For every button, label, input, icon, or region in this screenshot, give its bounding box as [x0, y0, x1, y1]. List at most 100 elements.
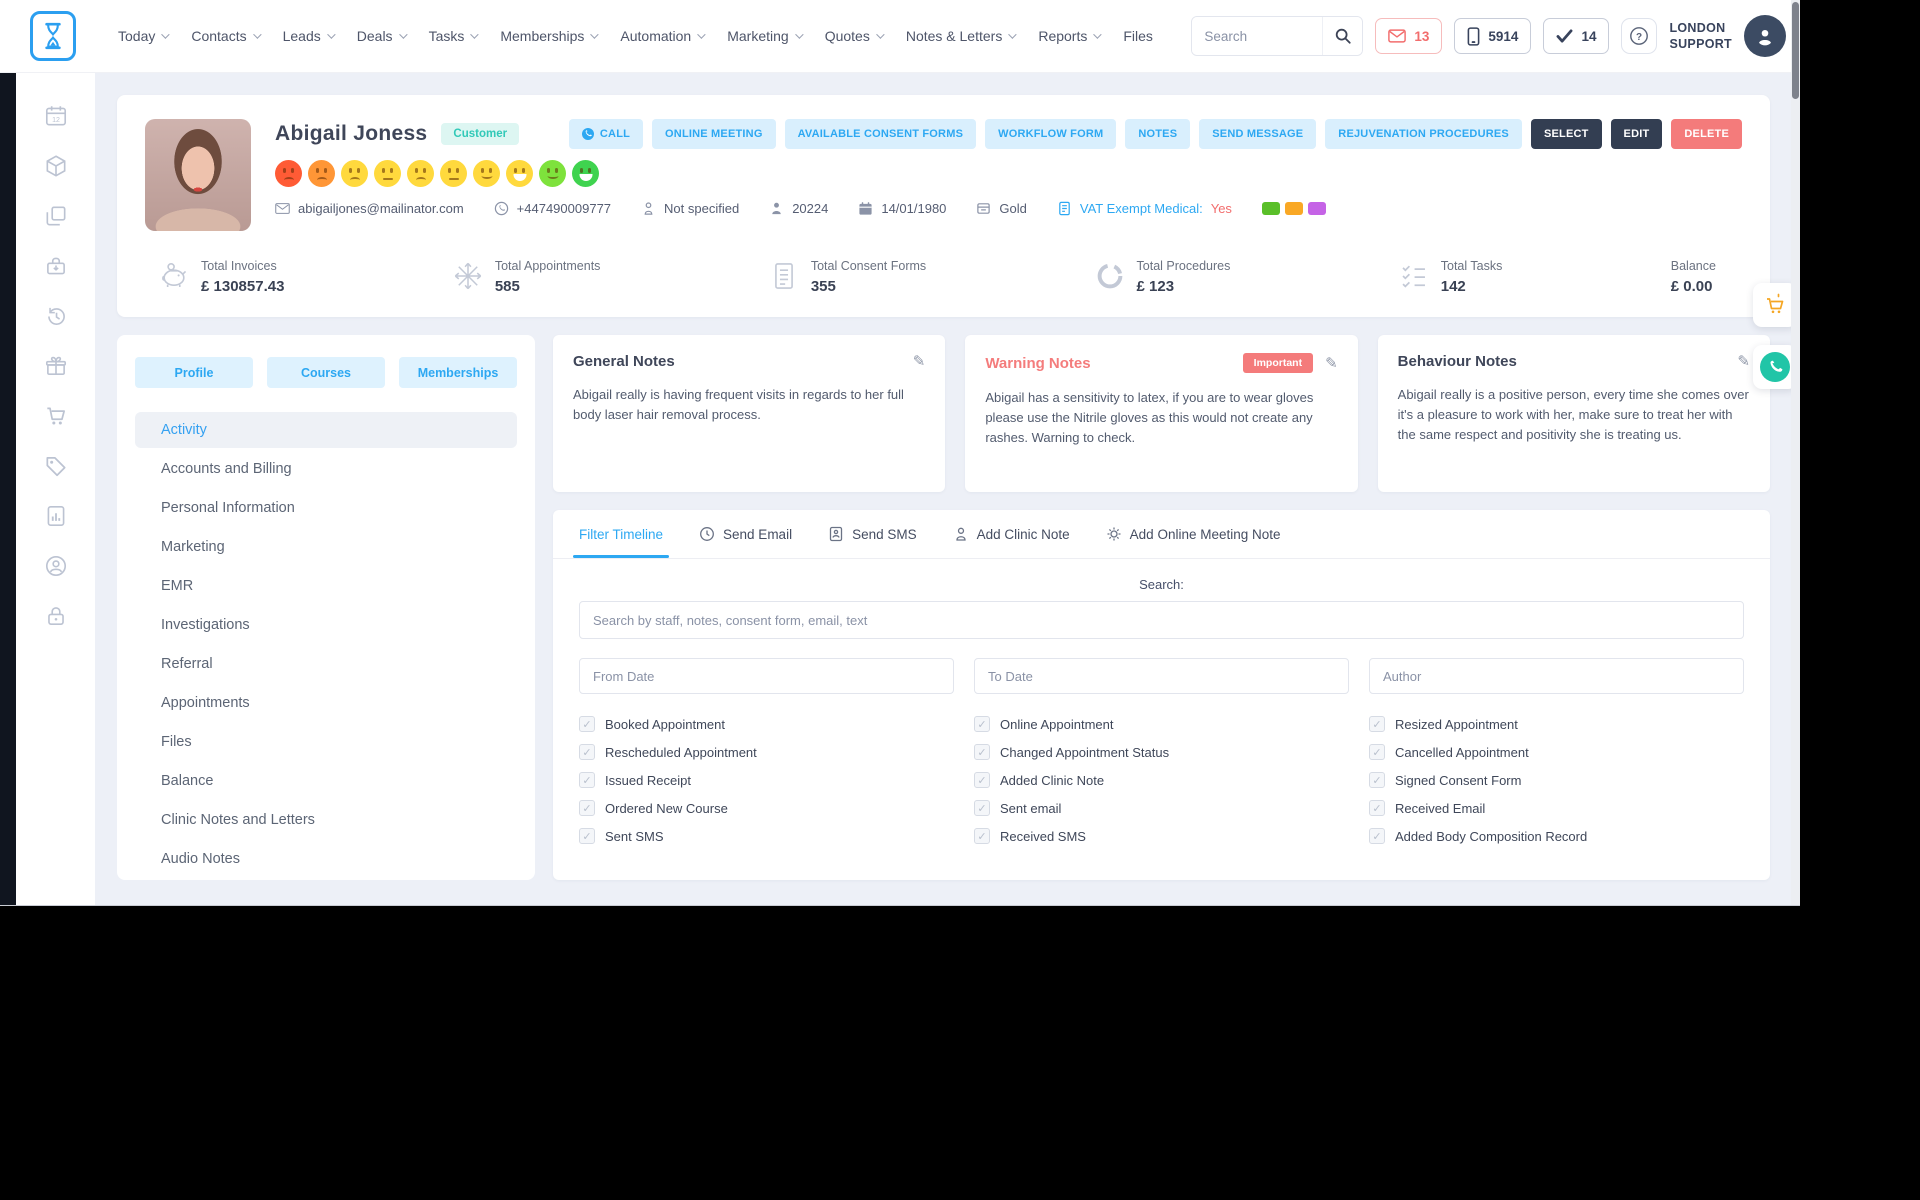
menu-item-appointments[interactable]: Appointments: [135, 685, 517, 721]
author-input[interactable]: [1369, 658, 1744, 694]
nav-automation[interactable]: Automation: [620, 28, 706, 44]
tasks-badge[interactable]: 14: [1543, 18, 1610, 54]
filter-sent-email[interactable]: ✓ Sent email: [974, 800, 1349, 816]
lock-icon[interactable]: [43, 603, 69, 629]
menu-item-activity[interactable]: Activity: [135, 412, 517, 448]
user-avatar[interactable]: [1744, 15, 1786, 57]
filter-rescheduled-appointment[interactable]: ✓ Rescheduled Appointment: [579, 744, 954, 760]
filter-signed-consent-form[interactable]: ✓ Signed Consent Form: [1369, 772, 1744, 788]
calendar-icon[interactable]: 12: [43, 103, 69, 129]
label-chip-purple[interactable]: [1307, 202, 1326, 215]
notes-button[interactable]: NOTES: [1125, 119, 1191, 149]
mail-badge[interactable]: 13: [1375, 18, 1443, 54]
timeline-search-input[interactable]: [579, 601, 1744, 639]
menu-item-accounts-and-billing[interactable]: Accounts and Billing: [135, 451, 517, 487]
tab-send-email[interactable]: Send Email: [699, 510, 792, 558]
till-icon[interactable]: [43, 253, 69, 279]
cart-icon[interactable]: [43, 403, 69, 429]
tab-filter-timeline[interactable]: Filter Timeline: [572, 510, 670, 558]
to-date-input[interactable]: [974, 658, 1349, 694]
mood-emoji[interactable]: [506, 160, 533, 187]
filter-issued-receipt[interactable]: ✓ Issued Receipt: [579, 772, 954, 788]
profile-photo[interactable]: [145, 119, 251, 231]
mood-emoji[interactable]: [407, 160, 434, 187]
search-input[interactable]: [1192, 17, 1323, 55]
edit-button[interactable]: EDIT: [1610, 119, 1663, 149]
call-button[interactable]: CALL: [568, 119, 644, 149]
gift-icon[interactable]: [43, 353, 69, 379]
nav-notes-letters[interactable]: Notes & Letters: [906, 28, 1017, 44]
mood-emoji[interactable]: [572, 160, 599, 187]
filter-booked-appointment[interactable]: ✓ Booked Appointment: [579, 716, 954, 732]
nav-marketing[interactable]: Marketing: [727, 28, 804, 44]
available-consent-forms-button[interactable]: AVAILABLE CONSENT FORMS: [784, 119, 977, 149]
label-chip-green[interactable]: [1261, 202, 1280, 215]
mood-emoji[interactable]: [440, 160, 467, 187]
nav-tasks[interactable]: Tasks: [429, 28, 480, 44]
tag-icon[interactable]: [43, 453, 69, 479]
nav-reports[interactable]: Reports: [1038, 28, 1103, 44]
menu-item-emr[interactable]: EMR: [135, 568, 517, 604]
menu-item-referral[interactable]: Referral: [135, 646, 517, 682]
edit-pencil-icon[interactable]: ✎: [913, 354, 926, 369]
mood-emoji[interactable]: [275, 160, 302, 187]
rejuvenation-procedures-button[interactable]: REJUVENATION PROCEDURES: [1325, 119, 1522, 149]
menu-item-marketing[interactable]: Marketing: [135, 529, 517, 565]
filter-sent-sms[interactable]: ✓ Sent SMS: [579, 828, 954, 844]
select-button[interactable]: SELECT: [1530, 119, 1602, 149]
filter-cancelled-appointment[interactable]: ✓ Cancelled Appointment: [1369, 744, 1744, 760]
edit-pencil-icon[interactable]: ✎: [1325, 356, 1338, 371]
from-date-input[interactable]: [579, 658, 954, 694]
tab-add-online-meeting-note[interactable]: Add Online Meeting Note: [1106, 510, 1281, 558]
nav-contacts[interactable]: Contacts: [191, 28, 262, 44]
copy-icon[interactable]: [43, 203, 69, 229]
report-icon[interactable]: [43, 503, 69, 529]
nav-deals[interactable]: Deals: [357, 28, 408, 44]
filter-resized-appointment[interactable]: ✓ Resized Appointment: [1369, 716, 1744, 732]
app-logo[interactable]: [30, 11, 76, 61]
package-icon[interactable]: [43, 153, 69, 179]
tab-memberships[interactable]: Memberships: [399, 357, 517, 388]
workflow-form-button[interactable]: WORKFLOW FORM: [985, 119, 1117, 149]
phone-badge[interactable]: 5914: [1454, 18, 1532, 54]
phone-field[interactable]: +447490009777: [494, 201, 611, 216]
tab-profile[interactable]: Profile: [135, 357, 253, 388]
email-field[interactable]: abigailjones@mailinator.com: [275, 201, 464, 216]
nav-leads[interactable]: Leads: [283, 28, 336, 44]
vat-exempt-field[interactable]: VAT Exempt Medical: Yes: [1057, 201, 1232, 216]
send-message-button[interactable]: SEND MESSAGE: [1199, 119, 1317, 149]
search-button[interactable]: [1322, 17, 1363, 55]
page-scrollbar[interactable]: [1791, 0, 1800, 905]
filter-changed-appointment-status[interactable]: ✓ Changed Appointment Status: [974, 744, 1349, 760]
menu-item-personal-information[interactable]: Personal Information: [135, 490, 517, 526]
filter-received-sms[interactable]: ✓ Received SMS: [974, 828, 1349, 844]
scrollbar-thumb[interactable]: [1792, 2, 1799, 99]
mood-emoji[interactable]: [473, 160, 500, 187]
client-circle-icon[interactable]: [43, 553, 69, 579]
help-button[interactable]: ?: [1621, 18, 1658, 54]
tab-courses[interactable]: Courses: [267, 357, 385, 388]
nav-today[interactable]: Today: [118, 28, 171, 44]
label-chip-orange[interactable]: [1284, 202, 1303, 215]
filter-online-appointment[interactable]: ✓ Online Appointment: [974, 716, 1349, 732]
menu-item-audio-notes[interactable]: Audio Notes: [135, 841, 517, 877]
delete-button[interactable]: DELETE: [1671, 119, 1742, 149]
filter-added-clinic-note[interactable]: ✓ Added Clinic Note: [974, 772, 1349, 788]
mood-emoji[interactable]: [374, 160, 401, 187]
menu-item-balance[interactable]: Balance: [135, 763, 517, 799]
nav-quotes[interactable]: Quotes: [825, 28, 885, 44]
nav-memberships[interactable]: Memberships: [500, 28, 600, 44]
mood-emoji[interactable]: [539, 160, 566, 187]
tab-send-sms[interactable]: Send SMS: [828, 510, 917, 558]
nav-files[interactable]: Files: [1123, 28, 1153, 44]
filter-ordered-new-course[interactable]: ✓ Ordered New Course: [579, 800, 954, 816]
filter-added-body-composition-record[interactable]: ✓ Added Body Composition Record: [1369, 828, 1744, 844]
mood-emoji[interactable]: [341, 160, 368, 187]
edit-pencil-icon[interactable]: ✎: [1737, 354, 1750, 369]
menu-item-files[interactable]: Files: [135, 724, 517, 760]
history-icon[interactable]: [43, 303, 69, 329]
mood-emoji[interactable]: [308, 160, 335, 187]
filter-received-email[interactable]: ✓ Received Email: [1369, 800, 1744, 816]
online-meeting-button[interactable]: ONLINE MEETING: [652, 119, 776, 149]
menu-item-clinic-notes-and-letters[interactable]: Clinic Notes and Letters: [135, 802, 517, 838]
